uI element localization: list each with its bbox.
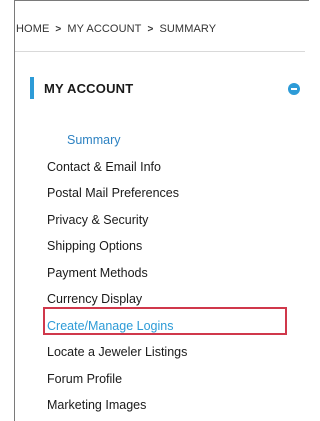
menu-item-shipping-options[interactable]: Shipping Options — [47, 233, 187, 260]
menu-item-locate-jeweler-listings[interactable]: Locate a Jeweler Listings — [47, 339, 187, 366]
breadcrumb-my-account[interactable]: MY ACCOUNT — [67, 23, 141, 35]
section-title: MY ACCOUNT — [44, 80, 134, 96]
breadcrumb-home[interactable]: HOME — [16, 23, 49, 35]
breadcrumb-separator-icon: > — [55, 23, 62, 35]
my-account-section-header[interactable]: MY ACCOUNT — [30, 77, 305, 99]
breadcrumb-separator-icon: > — [147, 23, 154, 35]
menu-item-marketing-images[interactable]: Marketing Images — [47, 392, 187, 419]
menu-item-postal-mail-preferences[interactable]: Postal Mail Preferences — [47, 180, 187, 207]
minus-circle-icon[interactable] — [288, 83, 300, 95]
menu-item-privacy-security[interactable]: Privacy & Security — [47, 207, 187, 234]
menu-item-summary[interactable]: Summary — [47, 127, 187, 154]
highlight-box — [43, 307, 287, 335]
menu-item-payment-methods[interactable]: Payment Methods — [47, 260, 187, 287]
breadcrumb: HOME > MY ACCOUNT > SUMMARY — [16, 23, 216, 35]
accent-bar — [30, 77, 34, 99]
menu-item-contact-email-info[interactable]: Contact & Email Info — [47, 154, 187, 181]
divider — [15, 51, 305, 52]
account-menu: Summary Contact & Email Info Postal Mail… — [47, 127, 187, 419]
breadcrumb-summary: SUMMARY — [159, 23, 217, 35]
menu-item-forum-profile[interactable]: Forum Profile — [47, 366, 187, 393]
